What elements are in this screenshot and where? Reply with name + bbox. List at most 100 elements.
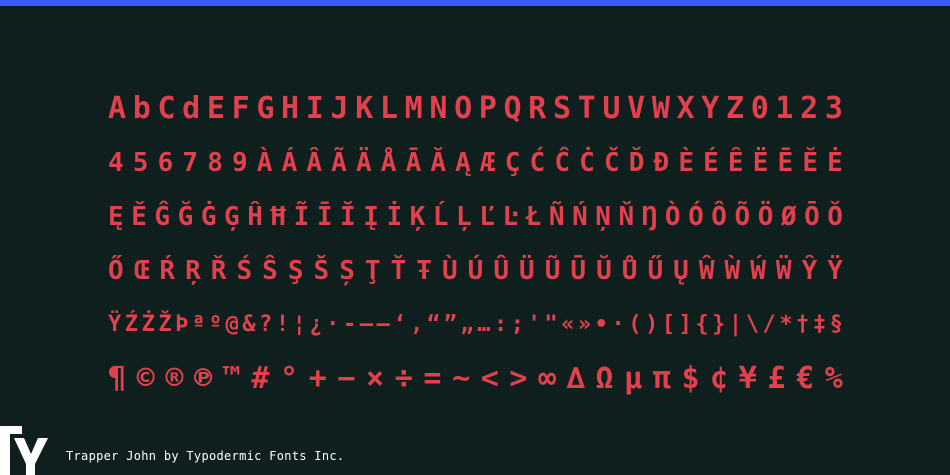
- glyph: I: [305, 91, 324, 126]
- glyph: §: [829, 312, 843, 337]
- glyph: (: [628, 312, 642, 337]
- glyph: Æ: [479, 148, 496, 178]
- glyph: Ė: [827, 148, 843, 178]
- glyph: º: [208, 312, 222, 337]
- glyph: •: [594, 312, 608, 337]
- glyph: Ą: [455, 148, 471, 178]
- glyph: ”: [443, 312, 457, 337]
- glyph-row: AbCdEFGHIJKLMNOPQRSTUVWXYZ0123: [108, 82, 843, 136]
- glyph: M: [404, 91, 423, 126]
- glyph: —: [376, 312, 390, 337]
- glyph: &: [242, 312, 256, 337]
- glyph: Ļ: [456, 202, 472, 232]
- glyph: Ẅ: [775, 256, 792, 286]
- glyph: d: [182, 91, 201, 126]
- glyph: Ť: [390, 256, 407, 286]
- glyph: %: [824, 361, 843, 396]
- glyph: Ķ: [409, 202, 426, 232]
- glyph: Ẃ: [750, 256, 766, 286]
- glyph: Ñ: [548, 202, 565, 232]
- glyph: £: [767, 361, 786, 396]
- glyph: Ē: [777, 148, 794, 178]
- glyph: ∆: [566, 361, 585, 396]
- glyph: Ź: [124, 312, 139, 337]
- glyph: Ş: [287, 256, 304, 286]
- glyph: Ġ: [200, 202, 217, 232]
- glyph: ): [645, 312, 659, 337]
- glyph: ®: [165, 361, 184, 396]
- glyph: Ŕ: [159, 256, 176, 286]
- glyph: O: [454, 91, 473, 126]
- glyph: !: [275, 312, 290, 337]
- glyph: {: [695, 312, 709, 337]
- glyph: Ě: [131, 202, 147, 232]
- glyph: Ù: [441, 256, 458, 286]
- glyph: Ú: [467, 256, 484, 286]
- glyph: >: [509, 361, 528, 396]
- glyph: F: [231, 91, 250, 126]
- glyph: Ø: [780, 202, 797, 232]
- glyph: A: [108, 91, 127, 126]
- glyph: /: [762, 312, 776, 337]
- glyph: …: [477, 312, 491, 337]
- glyph: Ę: [108, 202, 124, 232]
- glyph: W: [651, 91, 670, 126]
- glyph: S: [552, 91, 571, 126]
- glyph: Ê: [727, 148, 744, 178]
- glyph: ¥: [738, 361, 757, 396]
- glyph: Ž: [158, 312, 172, 337]
- glyph: À: [256, 148, 273, 178]
- glyph: @: [225, 312, 239, 337]
- glyph: Ū: [570, 256, 587, 286]
- glyph: ': [527, 312, 541, 337]
- glyph: [: [661, 312, 676, 337]
- glyph: °: [280, 361, 299, 396]
- glyph: 3: [824, 91, 843, 126]
- glyph: Ď: [628, 148, 645, 178]
- glyph: ℗: [194, 361, 213, 396]
- glyph: ÷: [394, 361, 413, 396]
- glyph: Ẁ: [724, 256, 741, 286]
- glyph: ™: [222, 361, 241, 396]
- glyph: “: [426, 312, 441, 337]
- glyph: Č: [603, 148, 620, 178]
- glyph: $: [681, 361, 700, 396]
- glyph: G: [256, 91, 275, 126]
- glyph: Ų: [673, 256, 689, 286]
- glyph: *: [779, 312, 793, 337]
- glyph: ª: [191, 312, 206, 337]
- glyph: Ģ: [224, 202, 240, 232]
- glyph: Ō: [804, 202, 820, 232]
- glyph: K: [355, 91, 374, 126]
- glyph: Ĩ: [293, 202, 310, 232]
- glyph: Ŀ: [502, 202, 519, 232]
- glyph: ¢: [710, 361, 729, 396]
- glyph: Ŏ: [827, 202, 843, 232]
- glyph: Ŝ: [262, 256, 278, 286]
- glyph: Ÿ: [827, 256, 843, 286]
- glyph: ]: [678, 312, 692, 337]
- glyph: Ç: [504, 148, 521, 178]
- glyph: Þ: [175, 312, 189, 337]
- glyph: Ĥ: [247, 202, 263, 232]
- glyph-row: ¶ © ® ℗ ™ # ° + − × ÷ = ~ < > ∞ ∆ Ωμ π $ ¢ ¥ £ €%: [108, 352, 843, 406]
- glyph: Ü: [519, 256, 535, 286]
- glyph: R: [528, 91, 547, 126]
- glyph: Ä: [355, 148, 372, 178]
- glyph: 1: [775, 91, 794, 126]
- glyph: Œ: [133, 256, 150, 286]
- glyph: -: [342, 312, 357, 337]
- glyph: Q: [503, 91, 522, 126]
- glyph: Ŧ: [416, 256, 432, 286]
- glyph: Ű: [647, 256, 664, 286]
- glyph: 4: [108, 148, 124, 178]
- glyph: ×: [366, 361, 385, 396]
- glyph: Á: [281, 148, 298, 178]
- glyph-row: ŐŒŔŖŘŚŜŞŠȘŢŤŦÙÚÛÜŨŪŬŮŰŲŴẀẂẄŶŸ: [108, 244, 843, 298]
- glyph: ‚: [410, 312, 424, 337]
- glyph: 6: [157, 148, 174, 178]
- glyph: Ω: [595, 361, 614, 396]
- glyph: Ğ: [177, 202, 194, 232]
- glyph: Â: [306, 148, 323, 178]
- glyph: Ș: [339, 256, 355, 286]
